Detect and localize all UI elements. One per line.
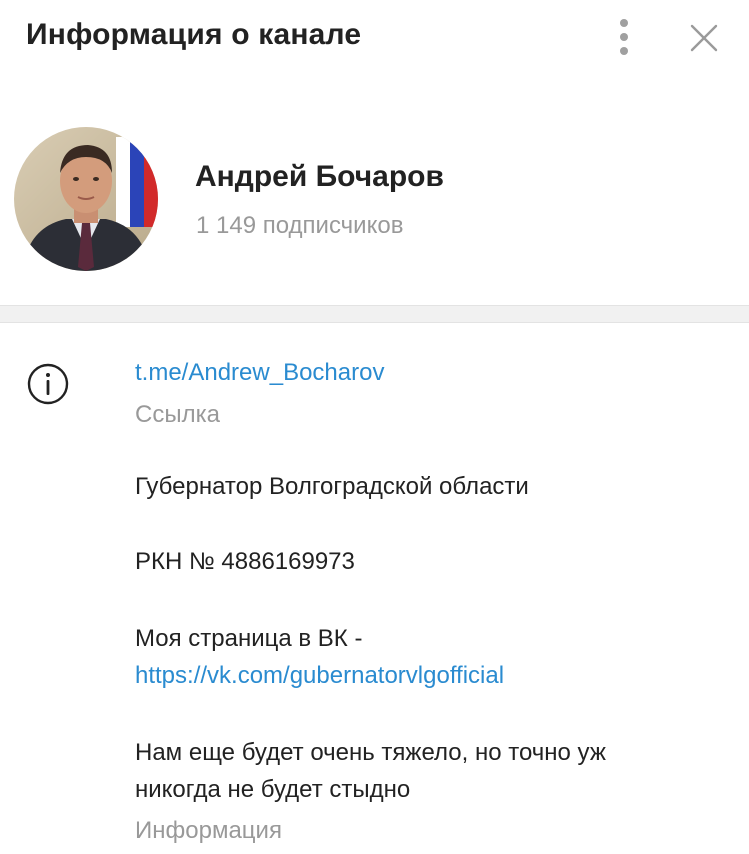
- section-divider: [0, 305, 749, 323]
- avatar[interactable]: [14, 127, 158, 271]
- close-icon[interactable]: [682, 16, 726, 60]
- page-title: Информация о канале: [26, 18, 362, 51]
- info-icon: [26, 362, 70, 406]
- description-line: Губернатор Волгоградской области: [135, 473, 529, 500]
- description-line: Нам еще будет очень тяжело, но точно уж: [135, 739, 606, 766]
- channel-link[interactable]: t.me/Andrew_Bocharov: [135, 359, 384, 387]
- more-vertical-icon[interactable]: [606, 16, 642, 58]
- channel-name: Андрей Бочаров: [195, 160, 444, 193]
- description-label: Информация: [135, 817, 282, 844]
- window-header: Информация о канале: [0, 0, 749, 80]
- description-line: РКН № 4886169973: [135, 548, 355, 575]
- subscriber-count: 1 149 подписчиков: [196, 212, 404, 239]
- link-label: Ссылка: [135, 401, 220, 428]
- channel-profile: Андрей Бочаров 1 149 подписчиков: [0, 100, 749, 305]
- vk-link[interactable]: https://vk.com/gubernatorvlgofficial: [135, 657, 504, 694]
- description-line: никогда не будет стыдно: [135, 776, 411, 803]
- description-line: Моя страница в ВК -: [135, 625, 363, 652]
